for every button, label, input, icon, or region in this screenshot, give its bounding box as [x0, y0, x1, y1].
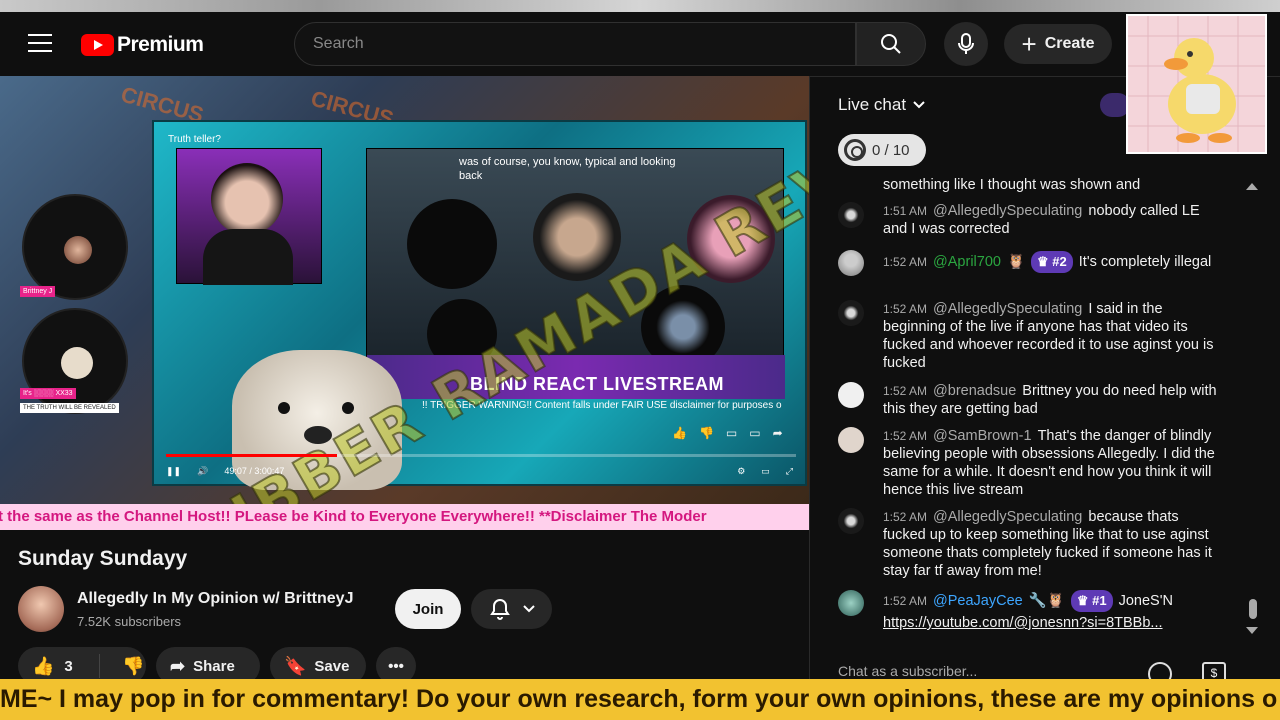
menu-icon[interactable]: [28, 34, 52, 52]
chat-link[interactable]: https://youtube.com/@jonesnn?si=8TBBb...: [883, 615, 1163, 631]
chat-avatar[interactable]: [838, 202, 864, 228]
video-progress-fill: [166, 454, 338, 457]
cast-icon[interactable]: ▭: [761, 466, 770, 477]
chat-author[interactable]: @AllegedlySpeculating: [933, 509, 1082, 525]
live-chat-dropdown[interactable]: Live chat: [838, 95, 926, 115]
notifications-button[interactable]: [471, 589, 552, 629]
chat-author[interactable]: @brenadsue: [933, 383, 1016, 399]
host-camera: [176, 148, 322, 285]
chat-messages: something like I thought was shown and 1…: [810, 176, 1280, 646]
chat-avatar[interactable]: [838, 590, 864, 616]
screen-top-strip: [0, 0, 1280, 12]
video-controls: ❚❚ 🔊 49:07 / 3:00:47 ⚙ ▭ ⤢: [152, 460, 807, 482]
settings-icon[interactable]: ⚙: [737, 466, 745, 477]
masthead: Premium + Create: [0, 0, 1280, 76]
chat-author[interactable]: @April700: [933, 254, 1001, 270]
like-count: 3: [64, 657, 73, 675]
subscriber-count: 7.52K subscribers: [77, 614, 182, 629]
chat-avatar[interactable]: [838, 250, 864, 276]
emoji-badge-icon: 🦉: [1046, 593, 1065, 609]
chat-goal-pill[interactable]: 0 / 10: [838, 134, 926, 166]
chat-author[interactable]: @PeaJayCee: [933, 593, 1023, 609]
search-button[interactable]: [856, 22, 926, 66]
microphone-icon: [958, 33, 974, 54]
search-box[interactable]: [294, 22, 856, 66]
dislike-button[interactable]: 👎: [108, 656, 144, 677]
save-label: Save: [314, 657, 350, 675]
video-progress-bar[interactable]: [166, 454, 796, 457]
youtube-play-icon: [81, 34, 114, 56]
wrench-icon: 🔧: [1028, 593, 1047, 609]
chat-avatar[interactable]: [838, 382, 864, 408]
bell-icon: [489, 598, 510, 620]
logo-text: Premium: [117, 33, 204, 56]
plus-icon: +: [1021, 29, 1037, 59]
search-icon: [881, 34, 901, 54]
side-name-tag: It's ░░░░ XX33: [20, 388, 76, 399]
rank-badge: ♛ #2: [1031, 251, 1073, 273]
video-title: Sunday Sundayy: [18, 547, 188, 570]
goal-count: 0 / 10: [872, 141, 910, 159]
chat-author[interactable]: @AllegedlySpeculating: [933, 203, 1082, 219]
duck-overlay-image: [1126, 14, 1267, 154]
chevron-down-icon: [913, 101, 925, 109]
thumbs-down-icon: 👎: [122, 655, 145, 676]
inner-reaction-icons: 👍 👎 ▭ ▭ ➦: [672, 426, 783, 440]
ticker-bottom: ME~ I may pop in for commentary! Do your…: [0, 679, 1280, 720]
live-caption: was of course, you know, typical and loo…: [459, 156, 676, 182]
youtube-premium-logo[interactable]: Premium: [81, 33, 204, 57]
scroll-down-arrow[interactable]: [1246, 627, 1258, 634]
chat-avatar[interactable]: [838, 427, 864, 453]
side-name-tag: THE TRUTH WILL BE REVEALED: [20, 403, 119, 413]
ticker-top-text: t the same as the Channel Host!! PLease …: [0, 508, 707, 525]
chat-author[interactable]: @SamBrown-1: [933, 428, 1032, 444]
chat-avatar[interactable]: [838, 508, 864, 534]
share-label: Share: [193, 657, 235, 675]
more-icon: •••: [388, 657, 404, 675]
live-chat-panel: Live chat 0 / 10 something like I though…: [809, 76, 1280, 686]
channel-avatar[interactable]: [18, 586, 64, 632]
voice-search-button[interactable]: [944, 22, 988, 66]
thumbs-up-icon: 👍: [32, 655, 55, 676]
join-button[interactable]: Join: [395, 589, 461, 629]
volume-icon[interactable]: 🔊: [197, 466, 208, 477]
pause-icon[interactable]: ❚❚: [166, 466, 181, 477]
time-display: 49:07 / 3:00:47: [224, 466, 285, 476]
duck-illustration: [1128, 16, 1265, 152]
channel-name[interactable]: Allegedly In My Opinion w/ BrittneyJ: [77, 590, 353, 608]
chat-scrollbar-thumb[interactable]: [1249, 599, 1257, 619]
emoji-badge-icon: 🦉: [1006, 254, 1026, 270]
share-icon: ➦: [170, 655, 186, 676]
video-player[interactable]: CIRCUS CIRCUS Brittney J It's ░░░░ XX33 …: [0, 76, 809, 530]
inner-label: Truth teller?: [168, 134, 221, 145]
side-avatar-circle: [22, 194, 128, 300]
create-label: Create: [1044, 35, 1095, 52]
like-button[interactable]: 👍 3: [18, 654, 100, 678]
search-input[interactable]: [313, 35, 855, 53]
rank-badge: ♛ #1: [1070, 590, 1113, 612]
create-button[interactable]: + Create: [1004, 24, 1112, 64]
live-chat-title: Live chat: [838, 95, 907, 114]
chat-avatar[interactable]: [838, 300, 864, 326]
ticker-bottom-text: ME~ I may pop in for commentary! Do your…: [0, 685, 1278, 713]
bookmark-icon: 🔖: [284, 655, 307, 676]
chevron-down-icon: [522, 605, 535, 613]
ticker-top: t the same as the Channel Host!! PLease …: [0, 504, 809, 530]
chat-author[interactable]: @AllegedlySpeculating: [933, 301, 1082, 317]
target-icon: [844, 139, 866, 161]
fullscreen-icon[interactable]: ⤢: [786, 466, 793, 477]
side-name-tag: Brittney J: [20, 286, 56, 297]
